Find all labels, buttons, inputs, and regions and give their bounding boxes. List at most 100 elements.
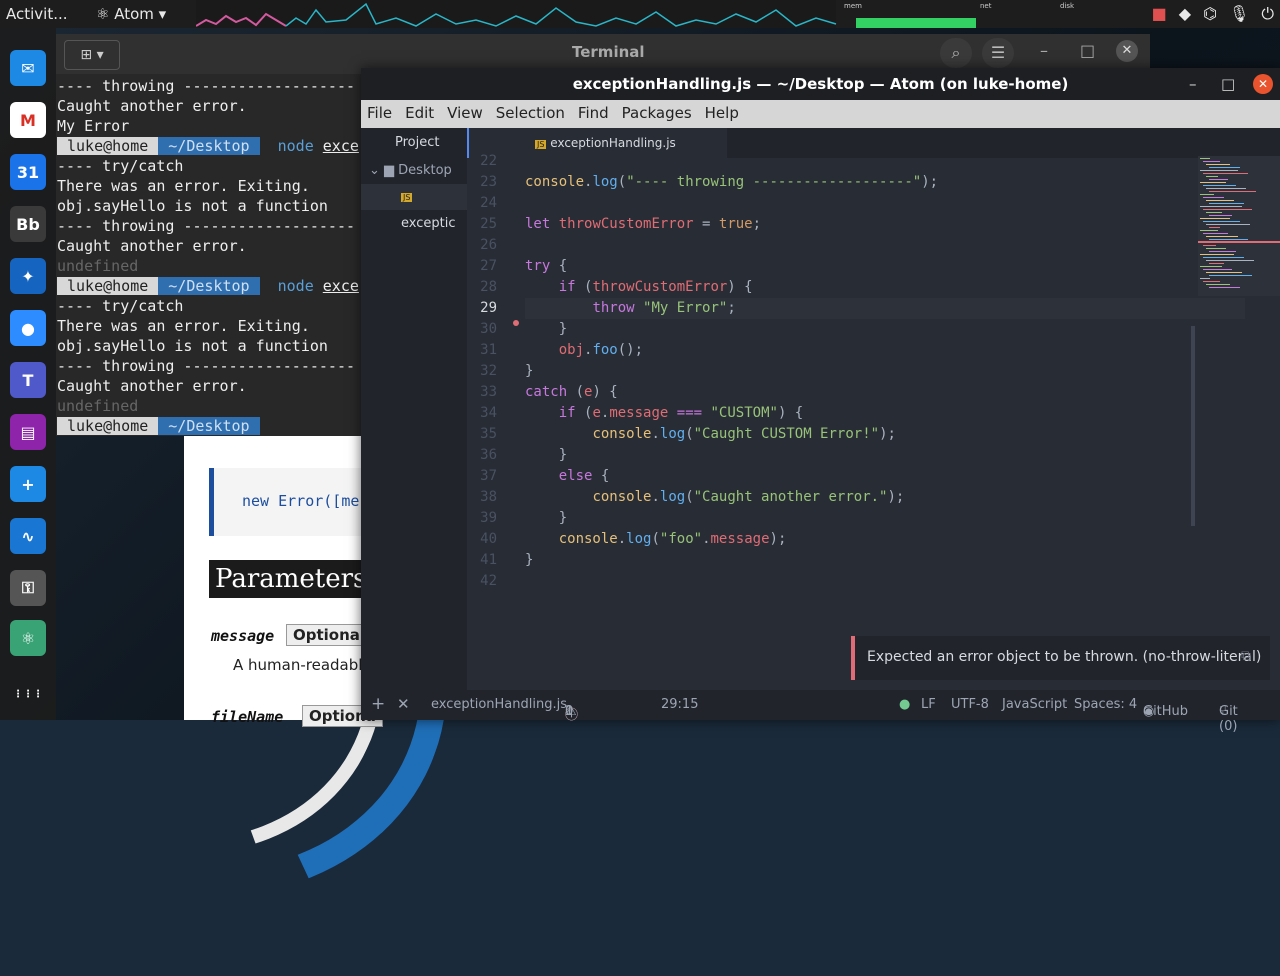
lock-icon[interactable]: ⚿ [10, 570, 46, 606]
minimize-icon[interactable]: – [1040, 41, 1048, 60]
line-number[interactable]: 38 [467, 487, 497, 508]
line-ending[interactable]: LF [921, 697, 936, 712]
line-number[interactable]: 33 [467, 382, 497, 403]
cursor-position[interactable]: 29:15 [661, 697, 698, 712]
tree-folder-label: Desktop [398, 163, 452, 178]
mic-icon[interactable]: 🎙 [1229, 4, 1249, 24]
new-tab-button[interactable]: ⊞ ▾ [64, 40, 120, 70]
encoding[interactable]: UTF-8 [951, 697, 989, 712]
calendar-icon[interactable]: 31 [10, 154, 46, 190]
activities-button[interactable]: Activit... [6, 5, 68, 23]
line-number[interactable]: 34 [467, 403, 497, 424]
minimap-line [1206, 212, 1222, 213]
code-line[interactable]: } [525, 361, 533, 382]
code-line[interactable]: } [525, 445, 567, 466]
atom-minimize-icon[interactable]: – [1189, 68, 1197, 100]
line-number[interactable]: 22 [467, 151, 497, 172]
code-line[interactable]: try { [525, 256, 567, 277]
tab-exceptionhandling[interactable]: JS exceptionHandling.js [467, 128, 727, 158]
atom-icon[interactable]: ⚛ [10, 620, 46, 656]
close-icon[interactable]: ✕ [1116, 40, 1138, 62]
editor-scrollbar[interactable] [1191, 326, 1195, 526]
menu-packages[interactable]: Packages [616, 100, 699, 122]
terminal-dim-line: undefined [57, 257, 139, 275]
menu-edit[interactable]: Edit [399, 100, 441, 122]
status-file[interactable]: exceptionHandling.js [431, 697, 567, 712]
maximize-icon[interactable]: □ [1080, 41, 1095, 60]
indent-spaces[interactable]: Spaces: 4 [1074, 697, 1137, 712]
gmail-icon[interactable]: M [10, 102, 46, 138]
blackboard-icon[interactable]: Bb [10, 206, 46, 242]
copy-icon[interactable]: ⧉ [1241, 648, 1251, 664]
line-number[interactable]: 35 [467, 424, 497, 445]
code-line[interactable]: let throwCustomError = true; [525, 214, 761, 235]
screenshot-icon[interactable]: + [10, 466, 46, 502]
code-line[interactable]: obj.foo(); [525, 340, 643, 361]
minimap[interactable] [1198, 156, 1280, 296]
code-line[interactable]: throw "My Error"; [525, 298, 1245, 319]
line-number[interactable]: 24 [467, 193, 497, 214]
tree-file-exceptionhandling[interactable]: JS exceptic [361, 184, 467, 231]
top-bar: Activit... ⚛ Atom ▾ mem net disk ■ ◆ ⌬ 🎙… [0, 0, 1280, 28]
power-icon[interactable]: ⏻ [1261, 4, 1274, 24]
menu-icon[interactable]: ☰ [982, 38, 1014, 68]
apps-grid-icon[interactable]: ⋮⋮⋮ [10, 676, 46, 712]
tree-folder-desktop[interactable]: ⌄ ▆ Desktop [361, 158, 467, 184]
code-line[interactable]: } [525, 508, 567, 529]
media-icon[interactable]: ▤ [10, 414, 46, 450]
zoom-icon[interactable]: ● [10, 310, 46, 346]
menu-help[interactable]: Help [699, 100, 746, 122]
atom-titlebar: exceptionHandling.js — ~/Desktop — Atom … [361, 68, 1280, 100]
prompt-command: node [277, 277, 314, 295]
info-count: 0 [565, 704, 574, 719]
code-line[interactable]: console.log("Caught another error."); [525, 487, 904, 508]
menu-view[interactable]: View [441, 100, 490, 122]
line-number[interactable]: 31 [467, 340, 497, 361]
app-menu[interactable]: ⚛ Atom ▾ [96, 5, 166, 23]
line-number[interactable]: 40 [467, 529, 497, 550]
line-number[interactable]: 26 [467, 235, 497, 256]
code-line[interactable]: if (e.message === "CUSTOM") { [525, 403, 804, 424]
menu-file[interactable]: File [361, 100, 399, 122]
menu-find[interactable]: Find [572, 100, 616, 122]
record-icon[interactable]: ■ [1152, 4, 1167, 24]
code-line[interactable]: console.log("foo".message); [525, 529, 787, 550]
line-number[interactable]: 36 [467, 445, 497, 466]
line-number[interactable]: 29 [467, 298, 497, 319]
lint-error-dot[interactable] [513, 320, 519, 326]
line-number[interactable]: 42 [467, 571, 497, 592]
close-panel-icon[interactable]: ✕ [397, 695, 410, 713]
line-number[interactable]: 28 [467, 277, 497, 298]
prompt-user: luke@home [57, 277, 159, 295]
app-icon[interactable]: ✦ [10, 258, 46, 294]
monitor-icon[interactable]: ∿ [10, 518, 46, 554]
line-number[interactable]: 32 [467, 361, 497, 382]
code-line[interactable]: } [525, 550, 533, 571]
line-number[interactable]: 27 [467, 256, 497, 277]
code-line[interactable]: if (throwCustomError) { [525, 277, 753, 298]
mail-icon[interactable]: ✉ [10, 50, 46, 86]
line-number[interactable]: 23 [467, 172, 497, 193]
line-number[interactable]: 30 [467, 319, 497, 340]
atom-maximize-icon[interactable]: □ [1221, 68, 1235, 100]
add-icon[interactable]: + [371, 694, 385, 714]
code-editor[interactable]: 22 23 console.log("---- throwing ---------… [467, 153, 1280, 690]
line-number[interactable]: 41 [467, 550, 497, 571]
menu-selection[interactable]: Selection [490, 100, 572, 122]
code-line[interactable]: console.log("Caught CUSTOM Error!"); [525, 424, 895, 445]
line-number[interactable]: 39 [467, 508, 497, 529]
dropbox-icon[interactable]: ◆ [1179, 4, 1191, 24]
code-line[interactable]: console.log("---- throwing -------------… [525, 172, 938, 193]
project-tab[interactable]: Project [361, 128, 467, 158]
line-number[interactable]: 25 [467, 214, 497, 235]
code-line[interactable]: } [525, 319, 567, 340]
atom-close-icon[interactable]: ✕ [1253, 74, 1273, 94]
grammar[interactable]: JavaScript [1002, 697, 1067, 712]
notification-text: Expected an error object to be thrown. (… [867, 649, 1262, 665]
network-icon[interactable]: ⌬ [1203, 4, 1217, 24]
search-icon[interactable]: ⌕ [940, 38, 972, 68]
code-line[interactable]: catch (e) { [525, 382, 618, 403]
teams-icon[interactable]: T [10, 362, 46, 398]
line-number[interactable]: 37 [467, 466, 497, 487]
code-line[interactable]: else { [525, 466, 610, 487]
